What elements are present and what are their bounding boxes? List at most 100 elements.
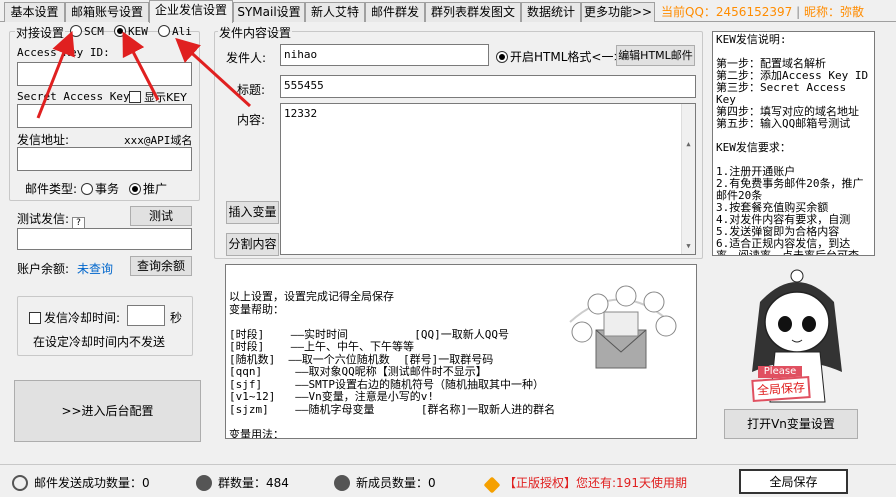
- tab-mass-mail[interactable]: 邮件群发: [365, 2, 425, 22]
- mascot-save-badge[interactable]: 全局保存: [751, 376, 811, 402]
- diamond-icon: [483, 476, 501, 494]
- insert-variable-button[interactable]: 插入变量: [226, 201, 279, 224]
- radio-ali-label: Ali: [172, 25, 192, 38]
- new-member-count: 新成员数量：0: [334, 474, 436, 491]
- license-info: 【正版授权】您还有:191天使用期: [483, 474, 687, 494]
- query-balance-button[interactable]: 查询余额: [130, 256, 192, 276]
- help-line: [sjzm] ——随机字母变量 [群名称]一取新人进的群名: [229, 402, 556, 416]
- sender-address-label: 发信地址:: [17, 133, 70, 147]
- account-info: 当前QQ：2456152397 | 昵称：弥散: [661, 5, 864, 19]
- kew-step: 第三步：Secret Access Key: [716, 81, 847, 106]
- group-count-label: 群数量：: [218, 476, 267, 490]
- help-line: [229, 416, 693, 429]
- qq-penguin-icon: [196, 475, 212, 491]
- sent-count-label: 邮件发送成功数量：: [34, 476, 143, 490]
- cooldown-checkbox[interactable]: 发信冷却时间:: [29, 309, 120, 326]
- cooldown-label: 发信冷却时间:: [44, 311, 121, 325]
- sender-label: 发件人:: [226, 51, 267, 65]
- radio-scm[interactable]: SCM: [70, 25, 104, 38]
- sent-count: 邮件发送成功数量：0: [12, 474, 150, 491]
- access-key-label: Access Key ID:: [17, 46, 110, 59]
- html-format-radio[interactable]: 开启HTML格式<一>: [496, 48, 624, 65]
- radio-ali[interactable]: Ali: [158, 25, 192, 38]
- test-send-label: 测试发信:?: [17, 210, 86, 230]
- edit-html-button[interactable]: 编辑HTML邮件: [616, 45, 695, 66]
- subject-input[interactable]: 555455: [280, 75, 696, 98]
- mail-type-transaction-circle[interactable]: [81, 183, 93, 195]
- sender-input[interactable]: nihao: [280, 44, 489, 66]
- radio-scm-label: SCM: [84, 25, 104, 38]
- group-count: 群数量：484: [196, 474, 289, 491]
- radio-kew[interactable]: KEW: [114, 25, 148, 38]
- cooldown-input[interactable]: [127, 305, 165, 326]
- balance-value: 未查询: [77, 262, 114, 276]
- radio-kew-circle[interactable]: [114, 25, 126, 37]
- show-key-label: 显示KEY: [144, 91, 187, 104]
- mail-type-label: 邮件类型:: [25, 182, 78, 196]
- nick-label: 昵称：: [803, 5, 840, 19]
- show-key-checkbox[interactable]: 显示KEY: [129, 89, 187, 105]
- mail-type-promotion-circle[interactable]: [129, 183, 141, 195]
- content-group-title: 发件内容设置: [218, 24, 293, 41]
- tab-mail-accounts[interactable]: 邮箱账号设置: [65, 2, 149, 22]
- new-member-value: 0: [428, 476, 436, 490]
- qq-label: 当前QQ：: [661, 5, 716, 19]
- mail-illustration-icon: [569, 285, 677, 369]
- cooldown-unit: 秒: [170, 311, 183, 325]
- tab-group-list-mass[interactable]: 群列表群发图文: [425, 2, 521, 22]
- kew-req-title: KEW发信要求：: [716, 141, 791, 154]
- backend-config-button[interactable]: >>进入后台配置: [14, 380, 201, 442]
- nick-value: 弥散: [839, 5, 864, 19]
- tab-enterprise-send[interactable]: 企业发信设置: [149, 0, 233, 23]
- test-address-input[interactable]: [17, 228, 192, 250]
- tab-bar: 基本设置 邮箱账号设置 企业发信设置 SYMail设置 新人艾特 邮件群发 群列…: [0, 0, 896, 23]
- qq-value: 2456152397: [715, 5, 793, 19]
- html-format-label: 开启HTML格式<一>: [510, 50, 624, 64]
- show-key-box[interactable]: [129, 91, 141, 103]
- tab-statistics[interactable]: 数据统计: [521, 2, 581, 22]
- tab-basic[interactable]: 基本设置: [4, 2, 65, 22]
- radio-scm-circle[interactable]: [70, 25, 82, 37]
- mail-type-promotion[interactable]: 推广: [129, 180, 167, 197]
- new-member-label: 新成员数量：: [356, 476, 429, 490]
- tab-more[interactable]: 更多功能>>: [581, 2, 655, 22]
- subject-label: 标题:: [237, 83, 266, 97]
- body-text: 12332: [284, 107, 318, 120]
- license-text: 【正版授权】您还有:191天使用期: [504, 476, 687, 490]
- docking-group-title: 对接设置: [15, 24, 66, 41]
- help-line: 变量用法：: [229, 427, 284, 439]
- clock-icon: [12, 475, 28, 491]
- sent-count-value: 0: [142, 476, 150, 490]
- help-line: [v1~12] ——Vn变量，注意是小写的v!: [229, 390, 434, 403]
- group-count-value: 484: [266, 476, 289, 490]
- kew-instructions: KEW发信说明: 第一步：配置域名解析 第二步：添加Access Key ID …: [712, 31, 875, 256]
- radio-kew-label: KEW: [128, 25, 148, 38]
- sender-address-input[interactable]: [17, 147, 192, 171]
- cooldown-box[interactable]: [29, 312, 41, 324]
- access-key-input[interactable]: [17, 62, 192, 86]
- mail-type-transaction-label: 事务: [95, 182, 120, 196]
- tab-symail[interactable]: SYMail设置: [233, 2, 305, 22]
- balance-label: 账户余额:: [17, 262, 70, 276]
- open-vn-variables-button[interactable]: 打开Vn变量设置: [724, 409, 858, 439]
- kew-req: 6.适合正规内容发信，到达率、阅读率、点击率后台可查: [716, 237, 859, 256]
- mail-type-transaction[interactable]: 事务: [81, 180, 119, 197]
- body-label: 内容:: [237, 113, 266, 127]
- secret-key-input[interactable]: [17, 104, 192, 128]
- body-textarea[interactable]: 12332 ▲ ▼: [280, 103, 696, 255]
- radio-ali-circle[interactable]: [158, 25, 170, 37]
- sender-address-hint: xxx@API域名: [124, 134, 193, 147]
- kew-req: 2.有免费事务邮件20条，推广邮件20条: [716, 177, 864, 202]
- kew-title: KEW发信说明:: [716, 33, 787, 46]
- test-send-text: 测试发信:: [17, 212, 70, 226]
- status-bar: 邮件发送成功数量：0 群数量：484 新成员数量：0 【正版授权】您还有:191…: [0, 464, 896, 497]
- secret-key-label: Secret Access Key:: [17, 90, 137, 103]
- html-format-circle[interactable]: [496, 51, 508, 63]
- body-scrollbar[interactable]: ▲ ▼: [681, 104, 695, 254]
- test-button[interactable]: 测试: [130, 206, 192, 226]
- tab-new-member-at[interactable]: 新人艾特: [305, 2, 365, 22]
- kew-step: 第五步：输入QQ邮箱号测试: [716, 117, 851, 130]
- cooldown-hint: 在设定冷却时间内不发送: [33, 335, 166, 349]
- split-content-button[interactable]: 分割内容: [226, 233, 279, 256]
- global-save-button[interactable]: 全局保存: [739, 469, 848, 494]
